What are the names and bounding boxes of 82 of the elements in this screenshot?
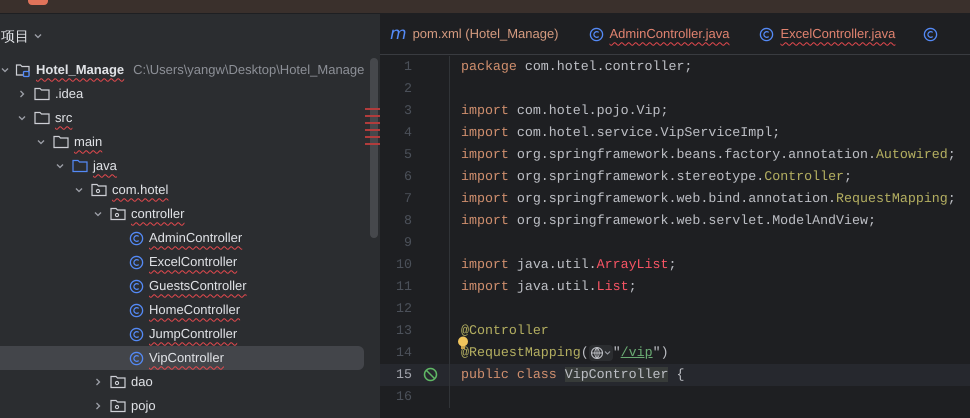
class-icon [129,278,144,294]
tree-item[interactable]: src [0,106,364,130]
tree-item-label: JumpController [149,325,238,344]
class-icon [759,26,774,42]
tree-item-label: controller [131,205,184,224]
class-icon [129,350,144,366]
folder-icon [72,159,88,173]
editor-tab[interactable]: pom.xml (Hotel_Manage) [412,24,559,44]
tree-item-label: Hotel_Manage [36,61,124,80]
package-icon [110,375,126,389]
project-path: C:\Users\yangw\Desktop\Hotel_Manage [133,61,364,80]
chevron-down-icon[interactable] [74,185,84,195]
tree-item-label: ExcelController [149,253,238,272]
panel-title[interactable]: 项目 [1,26,29,46]
chevron-down-icon[interactable] [55,161,65,171]
code-line: import org.springframework.stereotype.Controller; [461,168,852,186]
tree-item[interactable]: AdminController [0,226,364,250]
class-icon [129,326,144,342]
tree-item[interactable]: HomeController [0,298,364,322]
tree-item[interactable]: VipController [0,346,364,370]
code-line: import org.springframework.web.servlet.ModelAndView; [461,212,876,230]
package-icon [91,183,107,197]
app-badge-icon [28,0,48,5]
maven-icon: m [390,26,407,42]
class-icon [129,254,144,270]
code-line: import com.hotel.service.VipServiceImpl; [461,124,780,142]
editor-tab[interactable]: AdminController.java [610,24,730,44]
package-icon [110,207,126,221]
editor-tab[interactable]: ExcelController.java [780,24,896,44]
code-line: import java.util.List; [461,278,637,296]
class-icon [588,26,604,42]
chevron-down-icon[interactable] [33,31,43,41]
tree-item[interactable]: com.hotel [0,178,364,202]
tree-item-label: AdminController [149,229,242,248]
chevron-right-icon[interactable] [93,377,103,387]
tree-item[interactable]: java [0,154,364,178]
tree-item[interactable]: pojo [0,394,364,418]
tree-item[interactable]: Hotel_Manage C:\Users\yangw\Desktop\Hotel_Manage [0,58,364,82]
chevron-down-icon[interactable] [36,137,46,147]
no-entry-gutter-icon[interactable] [422,367,438,383]
tree-item[interactable]: main [0,130,364,154]
tree-item-label: main [74,133,102,152]
tree-item-label: java [93,157,117,176]
tree-item[interactable]: JumpController [0,322,364,346]
chevron-right-icon[interactable] [93,401,103,411]
chevron-down-icon[interactable] [93,209,103,219]
code-line: import org.springframework.web.bind.annotation.RequestMapping; [461,190,956,208]
code-line: import java.util.ArrayList; [461,256,676,274]
code-line: import org.springframework.beans.factory.annotation.Autowired; [461,146,956,164]
chevron-right-icon[interactable] [17,89,27,99]
tree-item[interactable]: GuestsController [0,274,364,298]
tree-item[interactable]: ExcelController [0,250,364,274]
code-line: public class VipController { [461,366,684,384]
tree-item-label: .idea [55,85,84,104]
tree-item-label: GuestsController [149,277,247,296]
tree-item-label: pojo [131,397,156,416]
error-marks-icon [365,108,380,146]
package-icon [110,399,126,413]
class-icon [129,230,144,246]
code-line: package com.hotel.controller; [461,58,692,76]
chevron-down-icon[interactable] [17,113,27,123]
tree-item-label: dao [131,373,153,392]
code-line: @RequestMapping( "/vip") [461,344,669,363]
tree-item[interactable]: dao [0,370,364,394]
class-icon [923,26,938,42]
url-hint-icon[interactable] [588,344,613,361]
tree-item[interactable]: controller [0,202,364,226]
code-line: @Controller [461,322,549,340]
code-line: import com.hotel.pojo.Vip; [461,102,668,120]
tree-item-label: VipController [149,349,224,368]
chevron-down-icon[interactable] [0,65,10,75]
tree-item[interactable]: .idea [0,82,364,106]
scrollbar[interactable] [370,58,378,238]
line-number: 15 [395,366,412,384]
class-icon [129,302,144,318]
folder-icon [34,111,50,125]
tree-item-label: src [55,109,72,128]
tree-item-label: com.hotel [112,181,168,200]
folder-icon [53,135,69,149]
module-folder-icon [15,62,31,78]
tree-item-label: HomeController [149,301,240,320]
folder-icon [34,87,50,101]
